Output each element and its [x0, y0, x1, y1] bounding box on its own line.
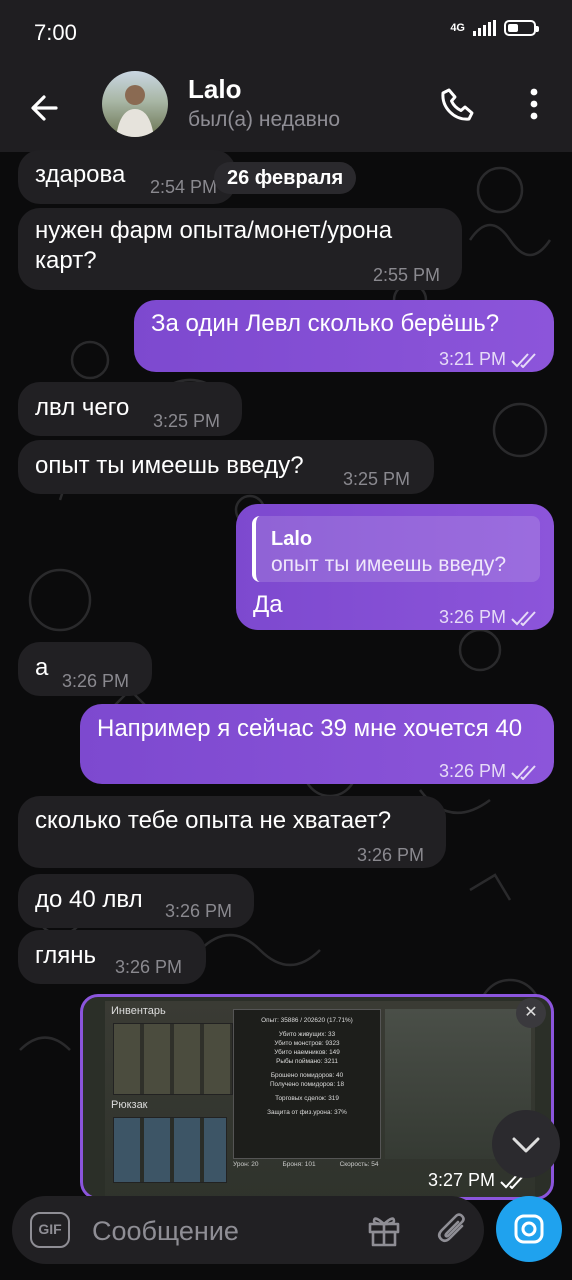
camera-button[interactable] [496, 1196, 562, 1262]
message-time-text: 3:26 PM [439, 761, 507, 781]
message-time: 3:25 PM [153, 411, 221, 431]
inventory-grid [113, 1023, 233, 1095]
stat-line: Защита от физ.урона: 37% [267, 1109, 347, 1116]
read-ticks-icon [511, 611, 536, 627]
message-incoming[interactable]: а 3:26 PM [18, 642, 152, 696]
camera-icon [514, 1214, 544, 1244]
contact-name[interactable]: Lalo [188, 74, 241, 105]
stat-line: Опыт: 35886 / 202620 (17.71%) [261, 1017, 353, 1024]
message-text: Да [253, 591, 283, 618]
message-incoming[interactable]: опыт ты имеешь введу? 3:25 PM [18, 440, 434, 494]
stat-line: Убито живущих: 33 [278, 1031, 336, 1038]
stat-armor: Броня: 101 [282, 1161, 316, 1168]
backpack-grid [113, 1117, 227, 1183]
message-time: 3:26 PM [115, 957, 183, 977]
stat-line: Торговых сделок: 319 [275, 1095, 339, 1102]
scroll-down-button[interactable] [492, 1110, 560, 1178]
avatar[interactable] [102, 71, 168, 137]
message-text: до 40 лвл [35, 886, 143, 913]
message-time: 3:26 PM [165, 901, 233, 921]
message-text: лвл чего [35, 394, 130, 421]
message-text: глянь [35, 942, 96, 969]
message-time: 3:26 PM [357, 845, 425, 865]
read-ticks-icon [511, 765, 536, 781]
message-incoming[interactable]: нужен фарм опыта/монет/урона карт? 2:55 … [18, 208, 462, 290]
stat-line: Убито монстров: 9323 [274, 1040, 340, 1047]
stats-panel: Опыт: 35886 / 202620 (17.71%) Убито живу… [233, 1009, 381, 1159]
contact-status: был(а) недавно [188, 108, 341, 131]
message-incoming[interactable]: глянь 3:26 PM [18, 930, 206, 984]
status-icons: 4G [450, 20, 539, 36]
message-outgoing[interactable]: За один Левл сколько берёшь? 3:21 PM [134, 300, 554, 372]
message-time: 2:54 PM [150, 177, 218, 197]
back-arrow-icon[interactable] [24, 86, 68, 130]
message-text: опыт ты имеешь введу? [35, 452, 304, 479]
message-incoming[interactable]: до 40 лвл 3:26 PM [18, 874, 254, 928]
backpack-label: Рюкзак [111, 1099, 148, 1111]
message-text: здарова [35, 161, 126, 188]
message-incoming[interactable]: здарова 2:54 PM [18, 150, 236, 204]
stats-bar: Урон: 20 Броня: 101 Скорость: 54 [233, 1161, 533, 1168]
stat-damage: Урон: 20 [233, 1161, 259, 1168]
status-bar: 7:00 4G [0, 0, 572, 66]
network-type: 4G [450, 21, 465, 34]
message-text: а [35, 654, 49, 681]
stat-line: Брошено помидоров: 40 [270, 1072, 344, 1079]
media-time-text: 3:27 PM [428, 1170, 496, 1190]
chevron-down-icon [512, 1137, 540, 1153]
chat-header: Lalo был(а) недавно [0, 66, 572, 152]
signal-icon [473, 20, 496, 36]
message-composer: GIF [12, 1196, 484, 1264]
inventory-label: Инвентарь [111, 1005, 166, 1017]
gift-icon[interactable] [366, 1212, 402, 1248]
message-time: 3:26 PM [439, 756, 538, 786]
message-text: Например я сейчас 39 мне хочется 40 [97, 715, 523, 742]
reply-quote-text: опыт ты имеешь введу? [271, 553, 507, 576]
message-incoming[interactable]: лвл чего 3:25 PM [18, 382, 242, 436]
stat-line: Убито наемников: 149 [274, 1049, 340, 1056]
stat-line: Рыбы поймано: 3211 [276, 1058, 338, 1065]
phone-icon[interactable] [438, 84, 478, 124]
message-text: сколько тебе опыта не хватает? [35, 807, 392, 834]
message-input[interactable] [90, 1210, 354, 1252]
attach-icon[interactable] [436, 1210, 472, 1250]
message-time: 3:21 PM [439, 344, 538, 374]
message-time: 3:26 PM [439, 602, 538, 632]
date-chip: 26 февраля [214, 162, 357, 194]
message-time: 3:26 PM [62, 671, 130, 691]
reply-quote[interactable]: Lalo опыт ты имеешь введу? [252, 516, 540, 582]
battery-icon [504, 20, 539, 36]
message-outgoing[interactable]: Lalo опыт ты имеешь введу? Да 3:26 PM [236, 504, 554, 630]
close-icon[interactable]: ✕ [516, 998, 546, 1028]
stat-speed: Скорость: 54 [339, 1161, 379, 1168]
message-text: За один Левл сколько берёшь? [151, 310, 500, 337]
message-time-text: 3:26 PM [439, 607, 507, 627]
message-incoming[interactable]: сколько тебе опыта не хватает? 3:26 PM [18, 796, 446, 868]
message-time: 3:25 PM [343, 469, 411, 489]
stat-line: Получено помидоров: 18 [269, 1081, 345, 1088]
read-ticks-icon [511, 353, 536, 369]
gif-icon[interactable]: GIF [30, 1212, 70, 1248]
avatar-photo [116, 85, 154, 137]
message-time-text: 3:21 PM [439, 349, 507, 369]
message-time: 2:55 PM [373, 265, 441, 285]
message-outgoing[interactable]: Например я сейчас 39 мне хочется 40 3:26… [80, 704, 554, 784]
more-options-icon[interactable] [518, 84, 550, 124]
status-time: 7:00 [34, 20, 77, 45]
